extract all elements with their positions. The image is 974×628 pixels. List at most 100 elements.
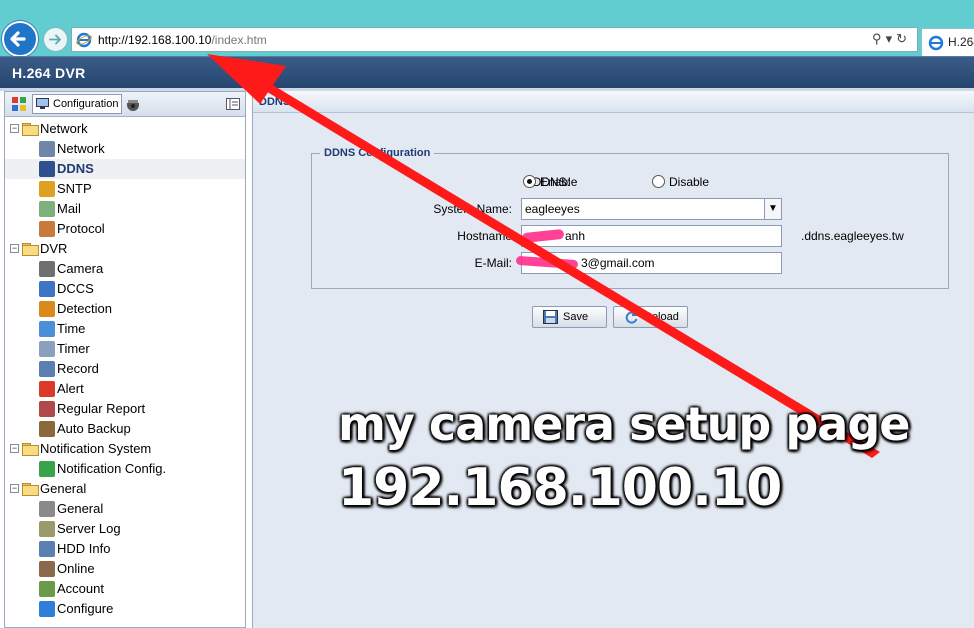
tree-item-label: General [57, 501, 104, 516]
disable-label: Disable [669, 175, 710, 189]
browser-tab[interactable]: H.264 [921, 28, 974, 56]
live-view-icon[interactable] [11, 96, 27, 112]
tree-group-general[interactable]: − General [5, 479, 245, 499]
hostname-label: Hostname [457, 229, 512, 243]
report-icon [39, 401, 55, 417]
sidebar: Configuration − Network Network DDNS SNTP Mai… [4, 91, 246, 628]
tree-item-auto-backup[interactable]: Auto Backup [5, 419, 245, 439]
annotation-caption-line2: 192.168.100.10 [338, 458, 782, 518]
tree-item-configure[interactable]: Configure [5, 599, 245, 619]
tree-item-dccs[interactable]: DCCS [5, 279, 245, 299]
tree-group-label: DVR [40, 241, 68, 256]
tree-item-server-log[interactable]: Server Log [5, 519, 245, 539]
configuration-label: Configuration [53, 98, 119, 110]
tree-item-label: Record [57, 361, 99, 376]
tree-item-label: Online [57, 561, 95, 576]
tree-item-account[interactable]: Account [5, 579, 245, 599]
tree-group-label: General [40, 481, 87, 496]
back-button[interactable] [2, 21, 38, 57]
tree-item-label: Account [57, 581, 104, 596]
detection-icon [39, 301, 55, 317]
tree-item-protocol[interactable]: Protocol [5, 219, 245, 239]
save-button[interactable]: Save [532, 306, 607, 328]
sidebar-toolbar: Configuration [5, 92, 245, 117]
search-icon[interactable]: ⚲ [872, 31, 886, 46]
reload-icon [625, 311, 638, 324]
tree-item-record[interactable]: Record [5, 359, 245, 379]
tree-item-camera[interactable]: Camera [5, 259, 245, 279]
alert-icon [39, 381, 55, 397]
account-icon [39, 581, 55, 597]
ie-icon [76, 32, 92, 48]
dccs-icon [39, 281, 55, 297]
address-bar[interactable]: http://192.168.100.10/index.htm ⚲▾↻ [71, 27, 918, 52]
forward-arrow-icon [49, 34, 61, 45]
config-tree: − Network Network DDNS SNTP Mail Protocol − DVR C… [5, 117, 245, 619]
collapse-toggle-icon[interactable]: − [10, 124, 19, 133]
app-header: H.264 DVR [0, 56, 974, 88]
url-path: /index.htm [211, 33, 267, 47]
tree-group-notification-system[interactable]: − Notification System [5, 439, 245, 459]
save-label: Save [563, 311, 589, 323]
tree-item-label: Detection [57, 301, 112, 316]
collapse-toggle-icon[interactable]: − [10, 444, 19, 453]
tree-item-time[interactable]: Time [5, 319, 245, 339]
tree-item-network[interactable]: Network [5, 139, 245, 159]
page-title: DDNS [253, 91, 974, 113]
chevron-down-icon[interactable]: ▼ [764, 199, 781, 219]
tree-item-general[interactable]: General [5, 499, 245, 519]
tree-item-label: DDNS [57, 161, 94, 176]
folder-icon [22, 123, 39, 136]
record-icon [39, 361, 55, 377]
tree-item-label: DCCS [57, 281, 94, 296]
reload-button[interactable]: Reload [613, 306, 688, 328]
address-tools: ⚲▾↻ [872, 31, 911, 47]
refresh-icon[interactable]: ↻ [896, 31, 911, 46]
network-icon [39, 141, 55, 157]
tree-item-regular-report[interactable]: Regular Report [5, 399, 245, 419]
email-label: E-Mail: [474, 256, 512, 270]
save-icon [543, 310, 558, 324]
tree-item-label: Regular Report [57, 401, 146, 416]
gears-icon [39, 501, 55, 517]
tab-title: H.264 [948, 35, 974, 49]
tree-item-timer[interactable]: Timer [5, 339, 245, 359]
tree-item-sntp[interactable]: SNTP [5, 179, 245, 199]
tree-item-mail[interactable]: Mail [5, 199, 245, 219]
tree-item-label: Network [57, 141, 105, 156]
collapse-toggle-icon[interactable]: − [10, 484, 19, 493]
log-icon [39, 521, 55, 537]
dropdown-icon[interactable]: ▾ [886, 31, 897, 46]
url-host: http://192.168.100.10 [98, 33, 212, 47]
system-name-select[interactable]: eagleeyes ▼ [521, 198, 782, 220]
tree-group-label: Network [40, 121, 88, 136]
folder-icon [22, 443, 39, 456]
time-icon [39, 321, 55, 337]
annotation-caption-line1: my camera setup page [338, 397, 910, 451]
reload-label: Reload [644, 311, 679, 323]
configuration-tab[interactable]: Configuration [32, 94, 122, 114]
tree-item-label: Notification Config. [57, 461, 167, 476]
tree-group-network[interactable]: − Network [5, 119, 245, 139]
collapse-panel-icon[interactable] [225, 96, 241, 112]
tree-item-hdd-info[interactable]: HDD Info [5, 539, 245, 559]
hostname-suffix: .ddns.eagleeyes.tw [801, 229, 904, 243]
collapse-toggle-icon[interactable]: − [10, 244, 19, 253]
tree-item-label: Alert [57, 381, 84, 396]
tree-item-online[interactable]: Online [5, 559, 245, 579]
url-text: http://192.168.100.10/index.htm [98, 33, 267, 47]
tree-item-label: SNTP [57, 181, 92, 196]
tree-item-alert[interactable]: Alert [5, 379, 245, 399]
tree-group-label: Notification System [40, 441, 152, 456]
tree-item-notification-config[interactable]: Notification Config. [5, 459, 245, 479]
tree-item-ddns[interactable]: DDNS [5, 159, 245, 179]
ddns-enable-radio[interactable] [523, 175, 536, 188]
tree-item-label: Timer [57, 341, 90, 356]
forward-button[interactable] [43, 27, 68, 52]
tree-item-label: Auto Backup [57, 421, 131, 436]
ddns-disable-radio[interactable] [652, 175, 665, 188]
dome-camera-icon[interactable] [125, 96, 141, 112]
monitor-icon [36, 98, 49, 109]
tree-group-dvr[interactable]: − DVR [5, 239, 245, 259]
tree-item-detection[interactable]: Detection [5, 299, 245, 319]
